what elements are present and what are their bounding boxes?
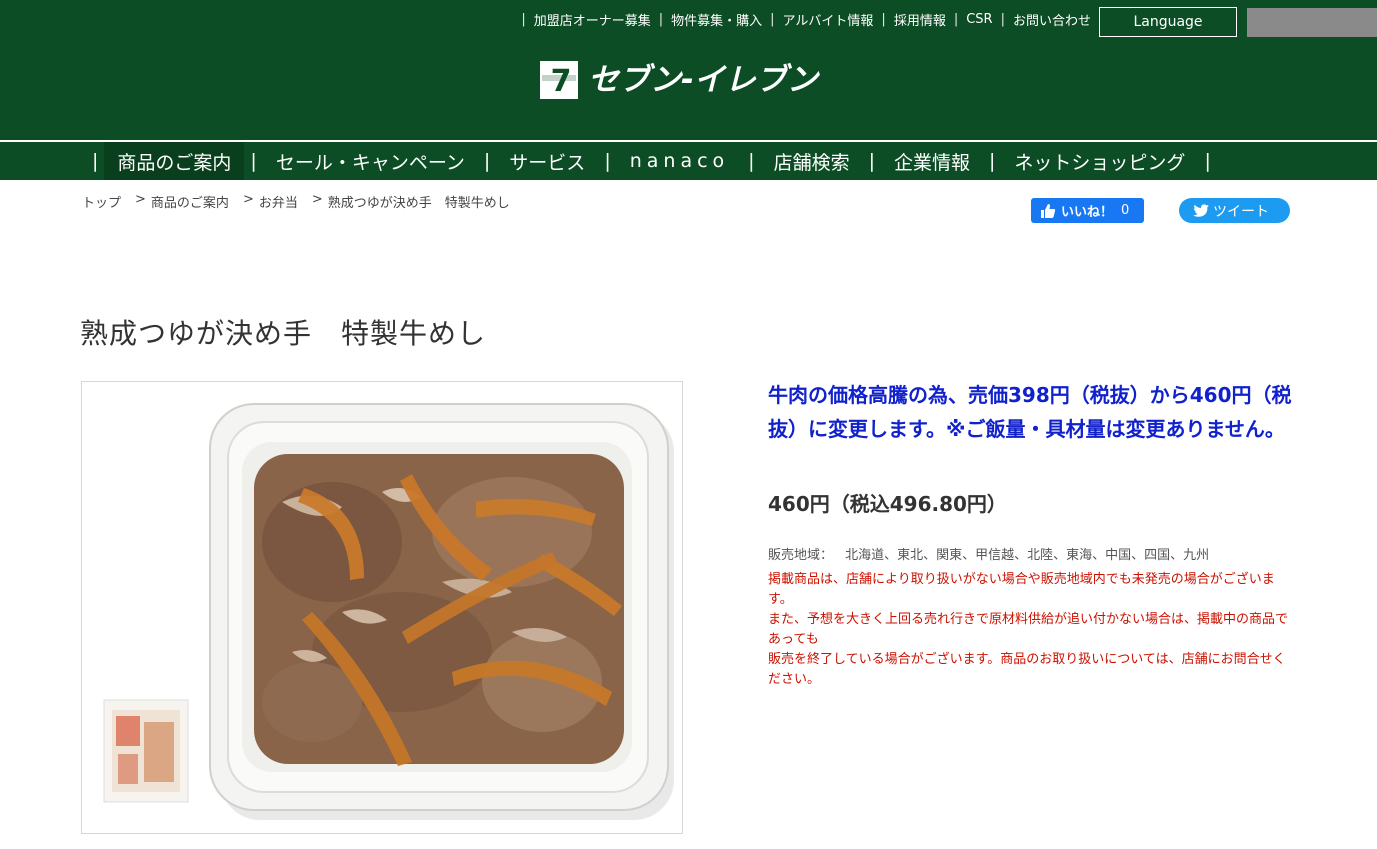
main-nav: | 商品のご案内 | セール・キャンペーン | サービス | nanaco | … [0,140,1377,180]
nav-separator: | [604,150,611,172]
breadcrumb-arrow: > [311,192,323,207]
availability-caution: 掲載商品は、店舗により取り扱いがない場合や販売地域内でも未発売の場合がございます… [768,570,1290,690]
nav-separator: | [483,150,491,172]
caution-line: 販売を終了している場合がございます。商品のお取り扱いについては、店舗にお問合せく… [768,652,1286,687]
nav-separator: | [92,150,99,172]
nav-item-sale-campaign[interactable]: セール・キャンペーン [263,142,478,180]
sales-region-value: 北海道、東北、関東、甲信越、北陸、東海、中国、四国、九州 [845,548,1210,563]
tweet-label: ツイート [1213,203,1269,220]
nav-item-net-shopping[interactable]: ネットショッピング [1001,142,1198,180]
price-change-notice: 牛肉の価格高騰の為、売価398円（税抜）から460円（税抜）に変更します。※ご飯… [768,383,1292,441]
nav-separator: | [989,150,996,172]
breadcrumb-item-bento[interactable]: お弁当 [259,192,298,211]
gyudon-bento-image [103,403,674,820]
nav-item-store-search[interactable]: 店舗検索 [761,142,863,180]
like-count: 0 [1121,203,1130,218]
search-input[interactable] [1247,8,1377,37]
breadcrumb-arrow: > [135,192,146,207]
nav-item-service[interactable]: サービス [496,142,598,180]
like-label: いいね！ [1061,205,1114,220]
language-button[interactable]: Language [1099,7,1237,37]
breadcrumb: トップ > 商品のご案内 > お弁当 > 熟成つゆが決め手 特製牛めし [82,192,524,211]
site-logo[interactable]: 7 セブン-イレブン [540,60,818,100]
logo-text: セブン-イレブン [588,62,818,98]
nav-separator: | [748,150,755,172]
nav-separator: | [868,150,875,172]
nav-item-products[interactable]: 商品のご案内 [104,142,245,180]
utility-nav: | 加盟店オーナー募集 | 物件募集・購入 | アルバイト情報 | 採用情報 |… [513,10,1091,29]
util-link-franchise[interactable]: 加盟店オーナー募集 [534,10,651,29]
thumbs-up-icon [1041,203,1056,218]
facebook-like-button[interactable]: いいね！ 0 [1031,198,1144,223]
nav-separator: | [1204,150,1211,172]
seven-eleven-logo-mark: 7 [540,61,578,99]
product-title: 熟成つゆが決め手 特製牛めし [80,317,487,350]
tweet-button[interactable]: ツイート [1179,198,1290,223]
product-photo [81,381,683,834]
nav-separator: | [250,150,257,172]
util-link-part-time[interactable]: アルバイト情報 [783,10,874,29]
util-link-contact[interactable]: お問い合わせ [1013,10,1091,29]
nav-item-nanaco[interactable]: nanaco [617,142,742,180]
util-separator: | [881,12,886,27]
nav-item-corporate[interactable]: 企業情報 [881,142,983,180]
util-separator: | [770,12,775,27]
breadcrumb-item-top[interactable]: トップ [82,192,121,211]
util-separator: | [953,12,959,27]
sales-region: 販売地域： 北海道、東北、関東、甲信越、北陸、東海、中国、四国、九州 [768,544,1209,563]
util-link-recruit[interactable]: 採用情報 [894,10,946,29]
site-header: | 加盟店オーナー募集 | 物件募集・購入 | アルバイト情報 | 採用情報 |… [0,0,1377,140]
util-separator: | [658,12,664,27]
twitter-bird-icon [1193,203,1209,217]
util-separator: | [1000,12,1005,27]
util-link-property[interactable]: 物件募集・購入 [671,10,762,29]
breadcrumb-item-current: 熟成つゆが決め手 特製牛めし [327,196,510,211]
util-link-csr[interactable]: CSR [966,12,992,27]
product-price: 460円（税込496.80円） [768,492,1007,516]
breadcrumb-arrow: > [242,192,254,207]
util-separator: | [521,12,526,27]
caution-line: また、予想を大きく上回る売れ行きで原材料供給が追い付かない場合は、掲載中の商品で… [768,612,1289,647]
breadcrumb-item-products[interactable]: 商品のご案内 [151,192,229,211]
sales-region-label: 販売地域： [768,548,834,563]
caution-line: 掲載商品は、店舗により取り扱いがない場合や販売地域内でも未発売の場合がございます… [768,572,1275,607]
